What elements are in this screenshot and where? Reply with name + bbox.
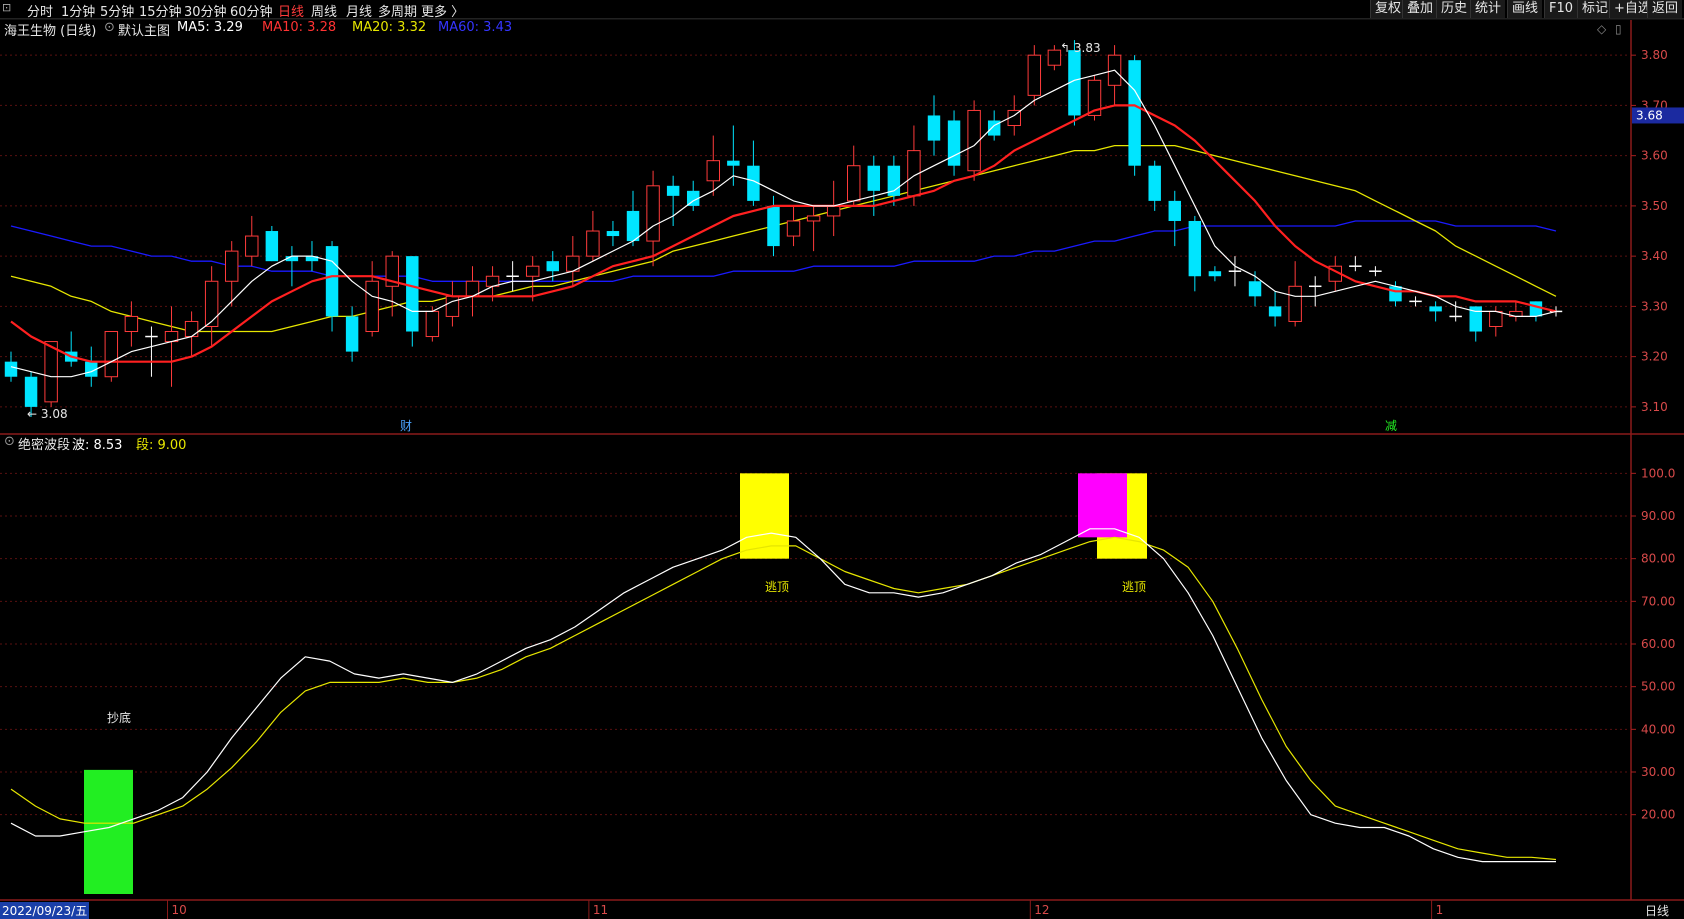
candle-down bbox=[1168, 200, 1181, 221]
candle-down bbox=[767, 205, 780, 247]
diamond-icon: ◇ bbox=[1597, 22, 1607, 36]
ma10-line bbox=[10, 104, 1557, 363]
candle-up bbox=[224, 250, 239, 282]
candle-down bbox=[1128, 60, 1141, 166]
price-tick-label: 3.30 bbox=[1641, 299, 1668, 313]
candle-down bbox=[1188, 220, 1202, 277]
candle-down bbox=[626, 210, 640, 242]
indicator-tick-label: 100.0 bbox=[1641, 466, 1675, 480]
candle-down bbox=[4, 361, 18, 377]
candle-down bbox=[1429, 306, 1442, 312]
candle-down bbox=[606, 231, 620, 237]
grid bbox=[0, 18, 1684, 901]
ma20-path bbox=[10, 144, 1557, 333]
price-tick-label: 3.40 bbox=[1641, 249, 1668, 263]
candle-up bbox=[1027, 54, 1042, 96]
price-tick-label: 3.80 bbox=[1641, 48, 1668, 62]
current-price-label: 3.68 bbox=[1636, 108, 1663, 122]
annotations: ↰ 3.83 ← 3.08 财 减抄底 逃顶 逃顶 bbox=[27, 41, 1397, 725]
candle-down bbox=[1389, 286, 1402, 302]
price-tick-label: 3.20 bbox=[1641, 350, 1668, 364]
kline-chart[interactable]: 3.803.703.603.503.403.303.203.103.68◇ ▯10… bbox=[0, 0, 1684, 919]
price-axis: 3.803.703.603.503.403.303.203.103.68◇ ▯10… bbox=[167, 22, 1684, 919]
candle-up bbox=[847, 165, 861, 202]
low-price-marker: ← 3.08 bbox=[27, 407, 68, 421]
indicator-tick-label: 70.00 bbox=[1641, 594, 1675, 608]
high-price-marker: ↰ 3.83 bbox=[1060, 41, 1101, 55]
candle-down bbox=[867, 165, 881, 191]
candle-up bbox=[204, 280, 219, 327]
candle-down bbox=[1248, 281, 1262, 297]
candle-down bbox=[666, 185, 680, 196]
ma10-path bbox=[10, 104, 1557, 363]
candle-down bbox=[1148, 165, 1161, 201]
buy-label: 抄底 bbox=[107, 710, 131, 725]
candle-up bbox=[646, 185, 660, 242]
candle-down bbox=[24, 376, 38, 407]
candle-down bbox=[345, 316, 359, 352]
candle-up bbox=[104, 331, 119, 378]
candle-up bbox=[44, 341, 58, 403]
candle-down bbox=[1208, 271, 1222, 277]
sell-label: 逃顶 bbox=[765, 580, 789, 594]
indicator-tick-label: 50.00 bbox=[1641, 680, 1675, 694]
buy-signal-bar bbox=[84, 769, 133, 894]
bottom-axis-bar: 2022/09/23/五 日线 bbox=[0, 901, 1684, 919]
indicator-tick-label: 30.00 bbox=[1641, 765, 1675, 779]
candle-up bbox=[184, 320, 199, 338]
candle-down bbox=[727, 160, 740, 166]
candle-up bbox=[786, 220, 801, 237]
candle-down bbox=[1268, 306, 1282, 317]
candle-up bbox=[245, 235, 259, 257]
candle-up bbox=[1047, 49, 1062, 66]
indicator-tick-label: 80.00 bbox=[1641, 552, 1675, 566]
indicator-tick-label: 60.00 bbox=[1641, 637, 1675, 651]
candle-down bbox=[927, 115, 941, 141]
candle-down bbox=[546, 261, 559, 272]
ma20-line bbox=[10, 144, 1557, 333]
candle-up bbox=[1489, 310, 1503, 327]
candle-up bbox=[586, 230, 600, 257]
candle-up bbox=[1288, 285, 1302, 322]
ma60-line bbox=[10, 220, 1557, 282]
warning-signal-bar bbox=[1078, 473, 1127, 538]
candle-down bbox=[325, 246, 339, 317]
candle-down bbox=[265, 231, 279, 262]
candle-up bbox=[826, 205, 841, 217]
price-tick-label: 3.10 bbox=[1641, 400, 1668, 414]
price-tick-label: 3.60 bbox=[1641, 149, 1668, 163]
sell-label: 逃顶 bbox=[1122, 580, 1146, 594]
period-button[interactable]: 日线 bbox=[1645, 902, 1669, 919]
candle-up bbox=[525, 265, 540, 277]
candle-up bbox=[124, 315, 139, 333]
indicator-panel bbox=[10, 473, 1557, 894]
candle-down bbox=[1529, 301, 1543, 317]
finance-marker: 财 bbox=[400, 419, 412, 433]
wave-path bbox=[10, 528, 1556, 863]
indicator-tick-label: 90.00 bbox=[1641, 509, 1675, 523]
panel-icon: ▯ bbox=[1615, 22, 1622, 36]
indicator-tick-label: 20.00 bbox=[1641, 808, 1675, 822]
ma60-path bbox=[10, 220, 1557, 282]
candle-down bbox=[406, 256, 419, 332]
candle-up bbox=[365, 280, 379, 333]
candle-up bbox=[806, 215, 821, 222]
candle-down bbox=[947, 120, 961, 166]
candles bbox=[4, 40, 1563, 417]
indicator-tick-label: 40.00 bbox=[1641, 722, 1675, 736]
candle-up bbox=[425, 310, 440, 338]
candle-up bbox=[706, 160, 720, 182]
price-tick-label: 3.50 bbox=[1641, 199, 1668, 213]
date-cursor-label: 2022/09/23/五 bbox=[0, 902, 90, 919]
reduction-marker: 减 bbox=[1385, 419, 1397, 433]
candle-up bbox=[445, 295, 460, 317]
